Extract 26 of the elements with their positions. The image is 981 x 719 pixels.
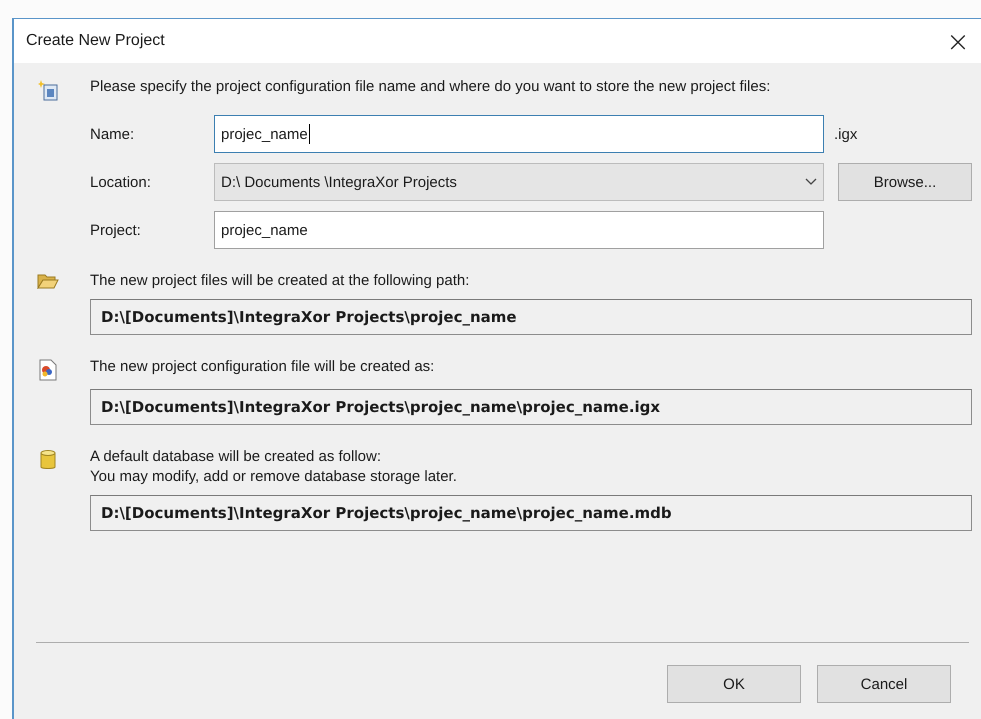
field-label: Location:: [90, 174, 152, 190]
field-label: Name:: [90, 126, 136, 142]
document-icon: [39, 359, 57, 381]
database-icon: [40, 449, 56, 471]
folder-icon: [37, 273, 59, 289]
info-text: You may modify, add or remove database storage later.: [90, 467, 458, 487]
path-field: D:\[Documents]\IntegraXor Projects\projec_name: [90, 299, 972, 335]
info-text: The new project configuration file will be created as:: [90, 357, 436, 377]
chevron-down-icon: [805, 178, 817, 186]
close-button[interactable]: ×: [935, 19, 981, 63]
info-text: The new project files will be created at the following path:: [90, 271, 470, 291]
wizard-icon: [38, 79, 58, 101]
input-field[interactable]: projec_name: [214, 115, 824, 153]
path-field: D:\[Documents]\IntegraXor Projects\projec_name\projec_name.mdb: [90, 495, 972, 531]
path-field: D:\[Documents]\IntegraXor Projects\projec_name\projec_name.igx: [90, 389, 972, 425]
instruction-text: Please specify the project configuration file name and where do you want to store the new project files:: [90, 77, 772, 97]
info-text: A default database will be created as follow:: [90, 447, 382, 467]
window-title: Create New Project: [26, 32, 165, 50]
field-label: Project:: [90, 222, 142, 238]
dropdown-value: D:\ Documents \IntegraXor Projects: [221, 174, 457, 190]
dialog-button[interactable]: Cancel: [817, 665, 951, 703]
browse-button[interactable]: Browse...: [838, 163, 972, 201]
extension-text: .igx: [833, 126, 858, 142]
dialog-button[interactable]: OK: [667, 665, 801, 703]
location-dropdown[interactable]: D:\ Documents \IntegraXor Projects: [214, 163, 824, 201]
input-field[interactable]: projec_name: [214, 211, 824, 249]
